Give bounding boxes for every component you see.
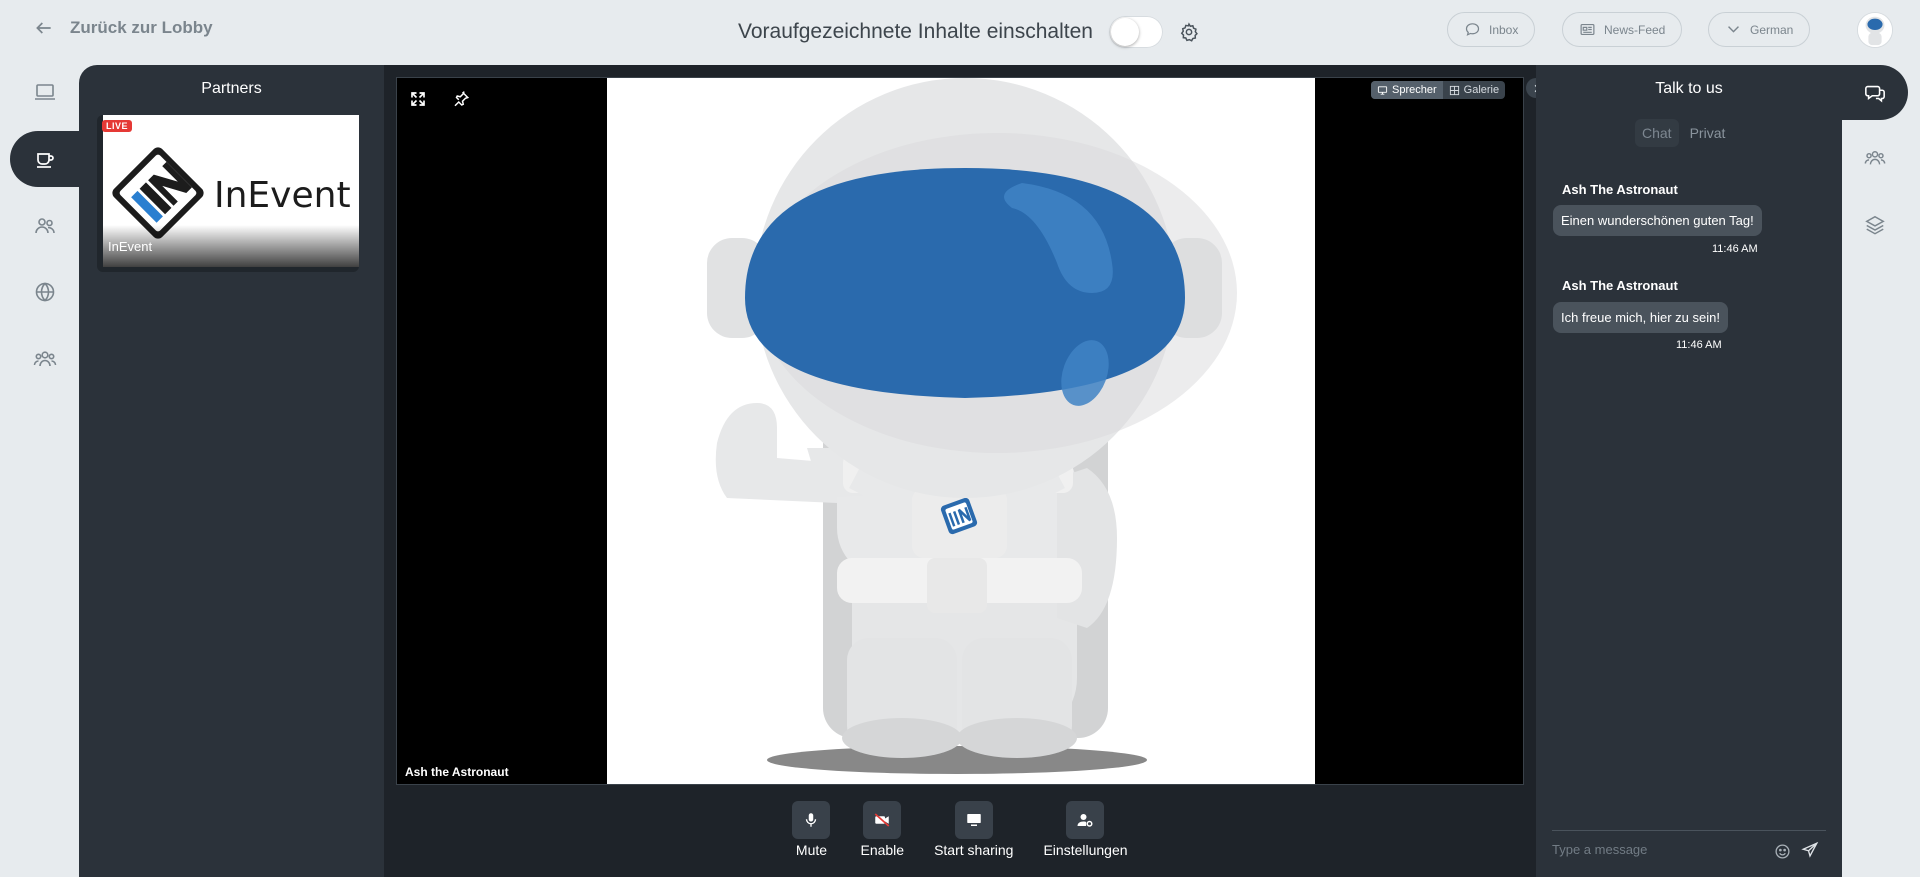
message-author: Ash The Astronaut xyxy=(1562,182,1678,197)
mute-label: Mute xyxy=(795,842,828,858)
partners-title: Partners xyxy=(201,80,262,97)
back-to-lobby-link[interactable]: Zurück zur Lobby xyxy=(34,18,213,38)
rail-attendees[interactable] xyxy=(1862,145,1888,171)
gallery-view-button[interactable]: Galerie xyxy=(1443,81,1505,99)
chat-panel: Talk to us Chat Privat Ash The Astronaut… xyxy=(1536,65,1842,877)
share-screen-button[interactable]: Start sharing xyxy=(934,801,1013,877)
svg-text:InEvent: InEvent xyxy=(214,175,351,216)
user-gear-icon xyxy=(1077,814,1093,827)
people-icon xyxy=(35,218,55,234)
newsfeed-label: News-Feed xyxy=(1604,22,1666,37)
group-icon xyxy=(1864,151,1886,165)
emoji-icon[interactable] xyxy=(1774,843,1791,860)
live-badge: LIVE xyxy=(102,120,133,132)
arrow-left-icon xyxy=(36,22,51,34)
video-stage: Sprecher Galerie Ash the Astronaut xyxy=(396,77,1524,785)
speaker-view-label: Sprecher xyxy=(1392,84,1437,96)
speaker-view-button[interactable]: Sprecher xyxy=(1371,81,1443,99)
screen-share-icon xyxy=(967,814,981,826)
globe-icon xyxy=(35,282,55,302)
message-bubble: Einen wunderschönen guten Tag! xyxy=(1553,205,1762,236)
rail-groups[interactable] xyxy=(30,344,60,374)
chat-bubble-icon xyxy=(1465,23,1480,36)
inbox-label: Inbox xyxy=(1489,22,1519,37)
camera-off-icon xyxy=(874,813,890,827)
rail-laptop[interactable] xyxy=(30,77,60,107)
grid-icon xyxy=(1449,85,1459,95)
pin-icon xyxy=(454,91,470,107)
prerecorded-toggle-row: Voraufgezeichnete Inhalte einschalten xyxy=(738,16,1199,48)
fullscreen-button[interactable] xyxy=(409,90,431,112)
rail-layers[interactable] xyxy=(1862,212,1888,238)
gallery-view-label: Galerie xyxy=(1463,84,1500,96)
partners-panel: Partners InEvent LIVE InEvent xyxy=(79,65,384,877)
laptop-icon xyxy=(35,84,55,100)
enable-camera-button[interactable]: Enable xyxy=(860,801,904,877)
partner-card[interactable]: InEvent LIVE InEvent xyxy=(97,115,359,272)
chat-title: Talk to us xyxy=(1655,80,1723,97)
share-label: Start sharing xyxy=(934,842,1014,858)
gear-icon[interactable] xyxy=(1179,22,1199,42)
pin-button[interactable] xyxy=(452,90,474,112)
tab-private[interactable]: Privat xyxy=(1683,119,1733,147)
partner-name: InEvent xyxy=(108,239,153,254)
astronaut-avatar-icon xyxy=(1858,13,1892,47)
prerecorded-toggle[interactable] xyxy=(1108,16,1163,48)
microphone-icon xyxy=(806,813,817,827)
call-controls: Mute Enable Start sharing Einstellungen xyxy=(384,801,1536,877)
coffee-cup-icon xyxy=(37,153,54,168)
language-dropdown[interactable]: German xyxy=(1708,12,1811,47)
newspaper-icon xyxy=(1580,23,1595,36)
monitor-icon xyxy=(1377,85,1388,95)
top-bar: Zurück zur Lobby Voraufgezeichnete Inhal… xyxy=(0,0,1920,60)
speaker-video xyxy=(607,78,1315,784)
settings-button[interactable]: Einstellungen xyxy=(1043,801,1128,877)
speaker-name: Ash the Astronaut xyxy=(405,765,509,779)
message-time: 11:46 AM xyxy=(1676,339,1722,351)
user-avatar[interactable] xyxy=(1857,12,1893,48)
settings-label: Einstellungen xyxy=(1043,842,1128,858)
group-icon xyxy=(33,351,57,367)
message-bubble: Ich freue mich, hier zu sein! xyxy=(1553,302,1728,333)
rail-globe[interactable] xyxy=(30,277,60,307)
message-time: 11:46 AM xyxy=(1712,243,1758,255)
prerecorded-title: Voraufgezeichnete Inhalte einschalten xyxy=(738,20,1093,43)
chat-tabs: Chat Privat xyxy=(1635,119,1732,147)
stage-area: Sprecher Galerie Ash the Astronaut Mute … xyxy=(384,65,1536,877)
language-label: German xyxy=(1750,22,1794,37)
enable-label: Enable xyxy=(860,842,905,858)
chat-input-divider xyxy=(1552,830,1826,831)
layers-icon xyxy=(1865,215,1885,235)
newsfeed-button[interactable]: News-Feed xyxy=(1562,12,1683,47)
back-label: Zurück zur Lobby xyxy=(70,18,213,37)
chat-bubbles-icon xyxy=(1865,85,1885,102)
mute-button[interactable]: Mute xyxy=(792,801,831,877)
view-mode-toggle: Sprecher Galerie xyxy=(1371,81,1506,99)
chevron-down-icon xyxy=(1728,26,1739,33)
rail-lounge[interactable] xyxy=(10,131,80,187)
rail-chat[interactable] xyxy=(1842,65,1908,120)
tab-chat[interactable]: Chat xyxy=(1635,119,1679,147)
inbox-button[interactable]: Inbox xyxy=(1447,12,1536,47)
message-author: Ash The Astronaut xyxy=(1562,278,1678,293)
toggle-knob xyxy=(1110,18,1139,46)
astronaut-illustration xyxy=(607,78,1315,784)
expand-icon xyxy=(411,92,425,106)
rail-people[interactable] xyxy=(30,211,60,241)
send-icon[interactable] xyxy=(1801,841,1819,859)
chat-message-input[interactable] xyxy=(1552,838,1772,860)
